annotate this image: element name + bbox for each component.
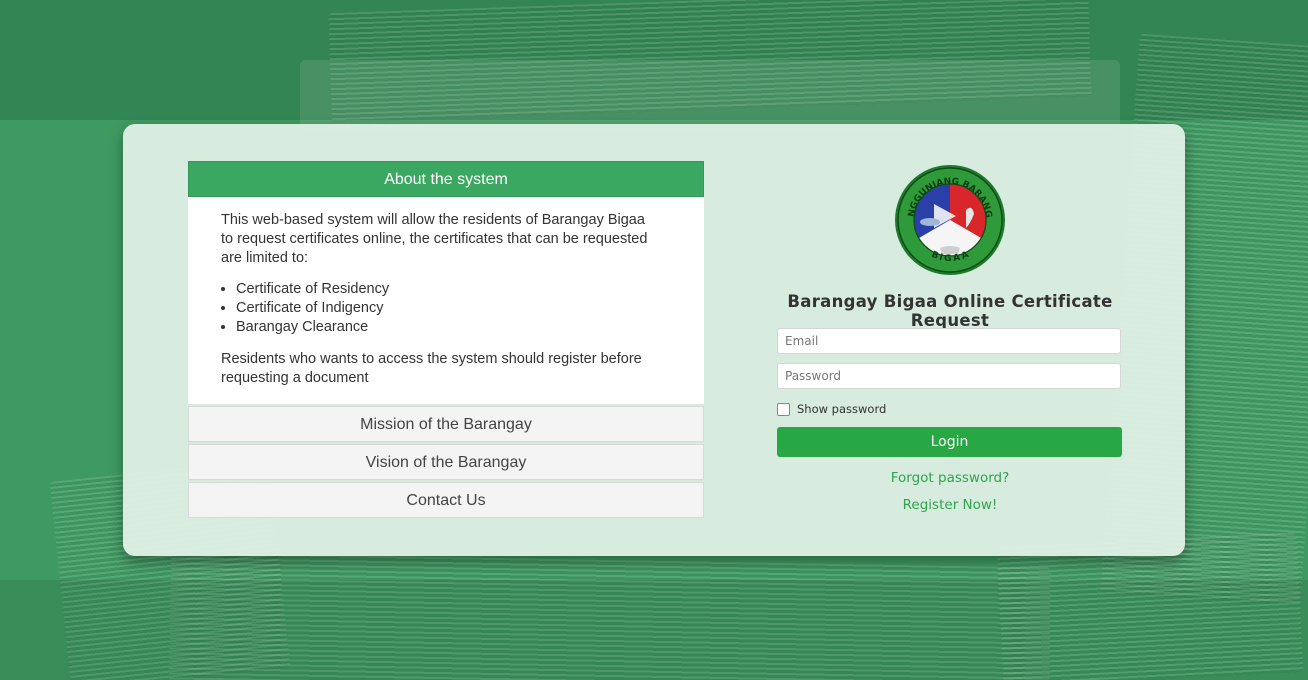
list-item: Barangay Clearance [236,318,658,337]
barangay-seal-logo: SANGGUNIANG BARANGAY BIGAA [894,164,1005,275]
list-item: Certificate of Indigency [236,299,658,318]
password-field[interactable] [777,363,1121,389]
show-password-checkbox[interactable] [777,402,790,416]
accordion-header-about[interactable]: About the system [188,161,704,197]
accordion-header-mission[interactable]: Mission of the Barangay [188,406,704,442]
certificate-list: Certificate of Residency Certificate of … [221,280,658,337]
email-field[interactable] [777,328,1121,354]
forgot-password-link[interactable]: Forgot password? [777,470,1123,486]
show-password-toggle[interactable]: Show password [777,402,886,416]
accordion-header-contact[interactable]: Contact Us [188,482,704,518]
show-password-label: Show password [797,402,887,416]
about-intro: This web-based system will allow the res… [221,212,648,266]
main-card: About the system This web-based system w… [123,124,1185,556]
about-outro: Residents who wants to access the system… [221,351,642,386]
accordion-panel-about: This web-based system will allow the res… [188,197,704,404]
accordion-header-vision[interactable]: Vision of the Barangay [188,444,704,480]
register-link[interactable]: Register Now! [777,497,1123,513]
page-title: Barangay Bigaa Online Certificate Reques… [787,292,1113,330]
list-item: Certificate of Residency [236,280,658,299]
info-accordion: About the system This web-based system w… [188,161,704,518]
login-button[interactable]: Login [777,427,1122,457]
